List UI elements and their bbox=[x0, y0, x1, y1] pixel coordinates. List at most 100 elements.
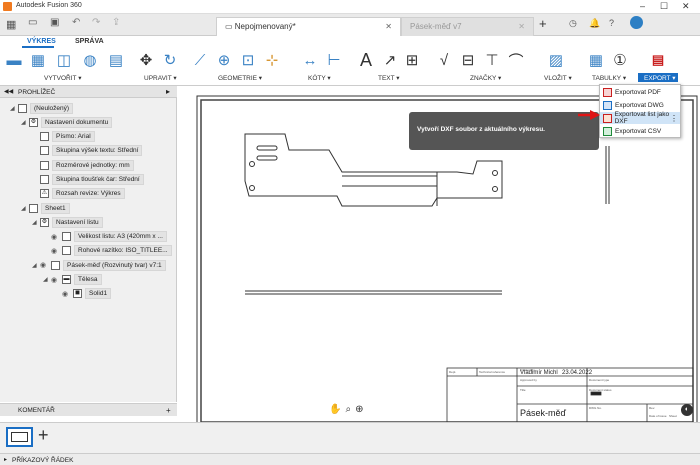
visibility-eye-icon[interactable]: ◉ bbox=[40, 261, 49, 269]
base-view-icon[interactable]: ▬ bbox=[4, 50, 24, 70]
group-znacky[interactable]: ZNAČKY ▾ bbox=[470, 74, 501, 82]
balloon-icon[interactable]: ① bbox=[610, 50, 630, 70]
browser-tree-item[interactable]: ◉ Velikost listu: A3 (420mm x ... bbox=[0, 231, 177, 243]
tab-nepojmenovany[interactable]: ▭ Nepojmenovaný* ✕ bbox=[216, 17, 401, 36]
visibility-eye-icon[interactable]: ◉ bbox=[51, 276, 60, 284]
feature-control-icon[interactable]: ⊟ bbox=[458, 50, 478, 70]
close-icon[interactable]: ✕ bbox=[682, 1, 690, 12]
group-export[interactable]: EXPORT ▾ bbox=[644, 74, 676, 82]
app-menu-icon[interactable]: ▦ bbox=[6, 18, 16, 31]
browser-tree-item[interactable]: ◢ ◉ Pásek-měď (Rozvinutý tvar) v7:1 bbox=[0, 259, 177, 271]
add-sheet-icon[interactable]: + bbox=[38, 425, 49, 446]
redo-icon[interactable]: ↷ bbox=[92, 17, 100, 28]
browser-tree-item[interactable]: ◢ ⚙ Nastavení dokumentu bbox=[0, 116, 177, 128]
text-icon[interactable]: A bbox=[356, 50, 376, 70]
expand-icon[interactable]: ▸ bbox=[4, 456, 7, 463]
new-tab-icon[interactable]: + bbox=[539, 16, 547, 31]
expand-triangle-icon[interactable]: ◢ bbox=[10, 105, 18, 112]
group-geometrie[interactable]: GEOMETRIE ▾ bbox=[218, 74, 262, 82]
tab-vykres[interactable]: VÝKRES bbox=[27, 38, 56, 45]
maximize-icon[interactable]: ☐ bbox=[660, 1, 668, 12]
export-pdf-icon[interactable]: ▤ bbox=[648, 50, 668, 70]
tab-pasek-med[interactable]: Pásek-měď v7 ✕ bbox=[401, 17, 534, 36]
doc-icon bbox=[40, 146, 49, 156]
break-view-icon[interactable]: ▤ bbox=[106, 50, 126, 70]
browser-tree-item[interactable]: ◉ ◼ Solid1 bbox=[0, 288, 177, 300]
browser-tree-label: Rozměrové jednotky: mm bbox=[52, 159, 134, 171]
browser-tree-item[interactable]: ◢ (Neuložený) bbox=[0, 102, 177, 114]
zoom-icon[interactable]: ⌕ bbox=[345, 404, 351, 418]
gear-icon: ⚙ bbox=[29, 117, 38, 127]
move-icon[interactable]: ✥ bbox=[136, 50, 156, 70]
tab-sprava[interactable]: SPRÁVA bbox=[75, 38, 104, 45]
file-icon[interactable]: ▭ bbox=[28, 17, 37, 28]
browser-tree-item[interactable]: ◢ Sheet1 bbox=[0, 202, 177, 214]
share-icon[interactable]: ⇪ bbox=[112, 17, 120, 28]
pin-icon[interactable]: ▸ bbox=[166, 87, 170, 96]
surface-texture-icon[interactable]: √ bbox=[434, 50, 454, 70]
datum-icon[interactable]: ⊤ bbox=[482, 50, 502, 70]
browser-tree-item[interactable]: ⚠ Rozsah revize: Výkres bbox=[0, 188, 177, 200]
menu-item-export-pdf[interactable]: Exportovat PDF bbox=[600, 86, 680, 98]
collapse-icon[interactable]: ◀◀ bbox=[4, 88, 13, 95]
view-settings-icon[interactable]: ◐ bbox=[681, 404, 693, 416]
group-upravit[interactable]: UPRAVIT ▾ bbox=[144, 74, 177, 82]
visibility-eye-icon[interactable]: ◉ bbox=[51, 233, 60, 241]
visibility-eye-icon[interactable]: ◉ bbox=[62, 290, 71, 298]
minimize-icon[interactable]: – bbox=[640, 1, 645, 11]
expand-triangle-icon[interactable]: ◢ bbox=[32, 262, 40, 269]
more-options-icon[interactable]: ⋮ bbox=[670, 114, 678, 123]
browser-tree-item[interactable]: ◉ Rohové razítko: ISO_TITLEE... bbox=[0, 245, 177, 257]
group-text[interactable]: TEXT ▾ bbox=[378, 74, 400, 82]
pan-icon[interactable]: ✋ bbox=[329, 404, 341, 418]
group-vlozit[interactable]: VLOŽIT ▾ bbox=[544, 74, 572, 82]
tab-close-icon[interactable]: ✕ bbox=[385, 22, 392, 31]
add-comment-icon[interactable]: + bbox=[166, 406, 171, 415]
titleblock-small-text: Rev. bbox=[649, 406, 655, 410]
tab-close-icon[interactable]: ✕ bbox=[518, 22, 525, 31]
dimension-icon[interactable]: ↔ bbox=[300, 50, 320, 70]
browser-tree-item[interactable]: ◢ ⚙ Nastavení listu bbox=[0, 216, 177, 228]
expand-triangle-icon[interactable]: ◢ bbox=[21, 119, 29, 126]
detail-view-icon[interactable]: ◍ bbox=[80, 50, 100, 70]
centerline-icon[interactable]: ⟋ bbox=[190, 50, 210, 70]
save-icon[interactable]: ▣ bbox=[50, 17, 59, 28]
help-icon[interactable]: ? bbox=[609, 18, 614, 28]
symbol-icon[interactable]: ⊞ bbox=[402, 50, 422, 70]
center-mark-icon[interactable]: ⊕ bbox=[214, 50, 234, 70]
zoom-window-icon[interactable]: ⊕ bbox=[355, 404, 363, 418]
menu-item-export-dwg[interactable]: Exportovat DWG bbox=[600, 99, 680, 111]
projected-view-icon[interactable]: ▦ bbox=[28, 50, 48, 70]
note-icon[interactable]: ↗ bbox=[380, 50, 400, 70]
ordinate-icon[interactable]: ⊢ bbox=[324, 50, 344, 70]
group-vytvorit[interactable]: VYTVOŘIT ▾ bbox=[44, 74, 81, 82]
section-view-icon[interactable]: ◫ bbox=[54, 50, 74, 70]
table-icon[interactable]: ▦ bbox=[586, 50, 606, 70]
undo-icon[interactable]: ↶ bbox=[72, 17, 80, 28]
sheet-thumbnail[interactable] bbox=[6, 427, 33, 447]
edge-extension-icon[interactable]: ⊹ bbox=[262, 50, 282, 70]
browser-tree-item[interactable]: Písmo: Arial bbox=[0, 131, 177, 143]
insert-image-icon[interactable]: ▨ bbox=[546, 50, 566, 70]
tooltip: Vytvoří DXF soubor z aktuálního výkresu. bbox=[409, 112, 599, 150]
weld-icon[interactable]: ⌒ bbox=[506, 50, 526, 70]
clock-icon[interactable]: ◷ bbox=[569, 18, 577, 29]
group-koty[interactable]: KÓTY ▾ bbox=[308, 74, 331, 82]
rotate-icon[interactable]: ↻ bbox=[160, 50, 180, 70]
expand-triangle-icon[interactable]: ◢ bbox=[43, 276, 51, 283]
avatar[interactable] bbox=[630, 16, 643, 29]
arrow-annotation-icon bbox=[578, 110, 600, 120]
menu-item-export-csv[interactable]: Exportovat CSV bbox=[600, 125, 680, 137]
browser-tree-item[interactable]: Skupina tloušťek čar: Střední bbox=[0, 173, 177, 185]
center-pattern-icon[interactable]: ⊡ bbox=[238, 50, 258, 70]
expand-triangle-icon[interactable]: ◢ bbox=[32, 219, 40, 226]
browser-tree-item[interactable]: Skupina výšek textu: Střední bbox=[0, 145, 177, 157]
group-tabulky[interactable]: TABULKY ▾ bbox=[592, 74, 626, 82]
visibility-eye-icon[interactable]: ◉ bbox=[51, 247, 60, 255]
browser-tree-item[interactable]: ◢ ◉ ▬ Tělesa bbox=[0, 274, 177, 286]
bell-icon[interactable]: 🔔 bbox=[589, 18, 600, 29]
command-line-bar[interactable]: ▸ PŘÍKAZOVÝ ŘÁDEK bbox=[0, 453, 700, 465]
browser-tree-item[interactable]: Rozměrové jednotky: mm bbox=[0, 159, 177, 171]
menu-item-export-dxf[interactable]: Exportovat list jako DXF ⋮ bbox=[600, 111, 680, 125]
expand-triangle-icon[interactable]: ◢ bbox=[21, 205, 29, 212]
